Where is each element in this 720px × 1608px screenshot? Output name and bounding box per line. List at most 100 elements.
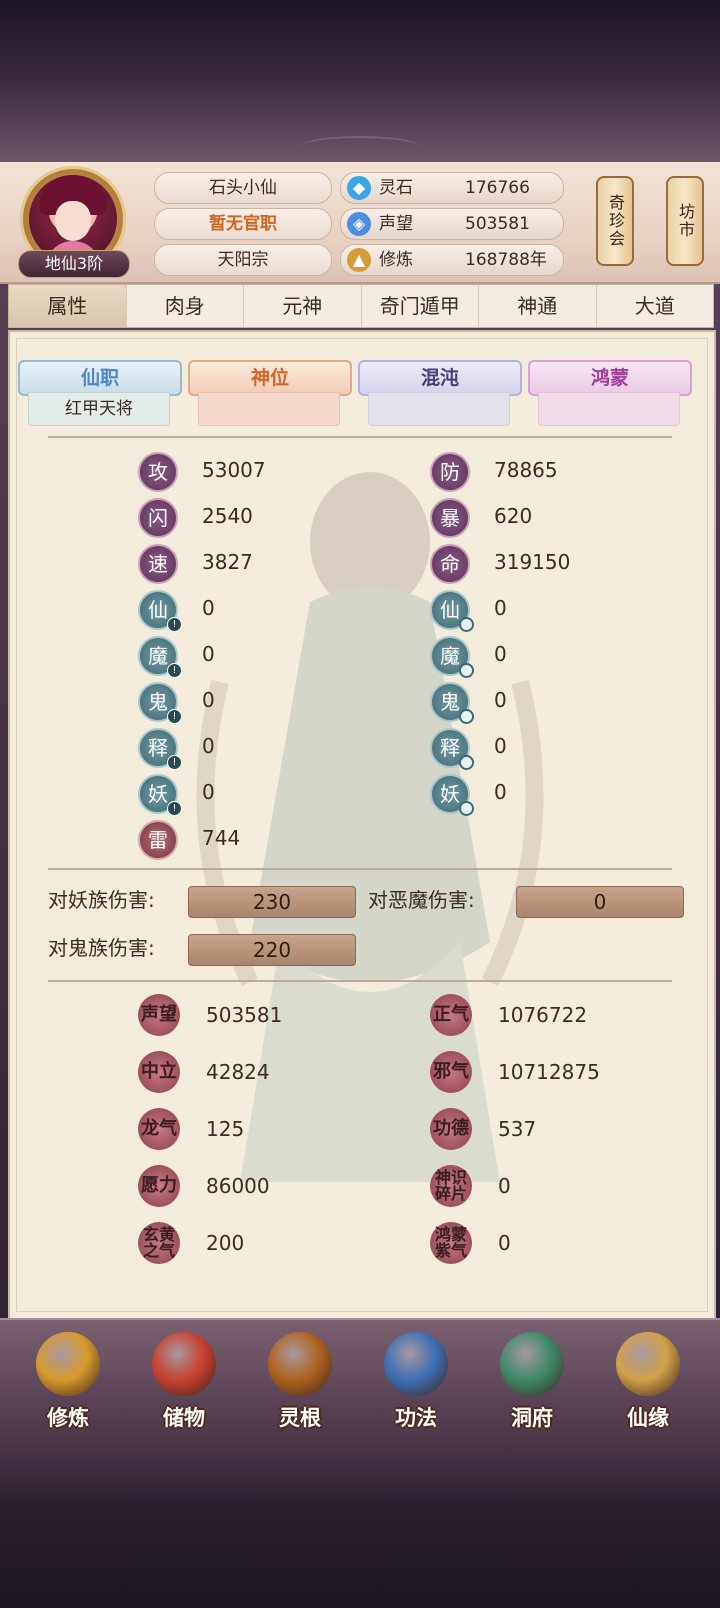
- reputation-icon-reputation_left-4[interactable]: 玄黄之气: [138, 1222, 180, 1264]
- stat-icon-label: 仙: [148, 598, 168, 622]
- stat-value: 0: [202, 688, 215, 712]
- tab-qimen[interactable]: 奇门遁甲: [362, 285, 479, 327]
- tab-dao[interactable]: 大道: [597, 285, 714, 327]
- stat-value: 0: [494, 734, 507, 758]
- stat-icon-stats_left-2[interactable]: 速: [138, 544, 178, 584]
- resource-label: 灵石: [379, 178, 413, 198]
- ring-icon: [459, 617, 474, 632]
- stat-icon-label: 释: [148, 736, 168, 760]
- resource-cultivation: ▲ 修炼 168788年: [340, 244, 564, 276]
- reputation-icon-reputation_left-2[interactable]: 龙气: [138, 1108, 180, 1150]
- divine-position-value: [198, 392, 340, 426]
- stat-value: 2540: [202, 504, 253, 528]
- reputation-icon-reputation_left-1[interactable]: 中立: [138, 1051, 180, 1093]
- rank-tab-immortal-post[interactable]: 仙职: [18, 360, 182, 396]
- stat-value: 0: [494, 642, 507, 666]
- reputation-icon-reputation_right-4[interactable]: 鸿蒙紫气: [430, 1222, 472, 1264]
- stat-value: 0: [494, 780, 507, 804]
- sect-name[interactable]: 天阳宗: [154, 244, 332, 276]
- ring-icon: [459, 801, 474, 816]
- market-button[interactable]: 坊市: [666, 176, 704, 266]
- rank-tab-divine-position[interactable]: 神位: [188, 360, 352, 396]
- treasure-auction-button[interactable]: 奇珍会: [596, 176, 634, 266]
- immortal-post-value: 红甲天将: [28, 392, 170, 426]
- official-title[interactable]: 暂无官职: [154, 208, 332, 240]
- reputation-icon-label: 邪气: [433, 1061, 469, 1082]
- rank-tab-chaos[interactable]: 混沌: [358, 360, 522, 396]
- reputation-value: 1076722: [498, 1003, 588, 1027]
- stat-value: 78865: [494, 458, 558, 482]
- stat-icon-label: 鬼: [148, 690, 168, 714]
- ghost-damage-label: 对鬼族伤害:: [48, 936, 155, 960]
- stat-value: 0: [202, 780, 215, 804]
- nav-storage-bag[interactable]: 储物: [136, 1328, 232, 1438]
- stat-icon-label: 魔: [148, 644, 168, 668]
- stat-icon-stats_left-5[interactable]: 鬼!: [138, 682, 182, 724]
- reputation-icon-reputation_right-0[interactable]: 正气: [430, 994, 472, 1036]
- reputation-value: 125: [206, 1117, 245, 1141]
- tab-body[interactable]: 肉身: [127, 285, 244, 327]
- reputation-icon-label: 中立: [141, 1061, 177, 1082]
- tab-attributes[interactable]: 属性: [9, 285, 127, 327]
- reputation-icon-reputation_left-0[interactable]: 声望: [138, 994, 180, 1036]
- fate-gourd-icon: [616, 1332, 680, 1396]
- info-icon: !: [167, 663, 182, 678]
- stat-icon-label: 暴: [440, 506, 460, 530]
- reputation-icon-label: 神识碎片: [434, 1168, 467, 1203]
- nav-cultivation[interactable]: 修炼: [20, 1328, 116, 1438]
- info-icon: !: [167, 755, 182, 770]
- stat-icon-stats_left-3[interactable]: 仙!: [138, 590, 182, 632]
- stat-icon-stats_right-7[interactable]: 妖: [430, 774, 474, 816]
- stat-icon-stats_left-8[interactable]: 雷: [138, 820, 178, 860]
- stat-icon-label: 速: [148, 552, 168, 576]
- divider: [48, 980, 672, 982]
- stat-value: 620: [494, 504, 533, 528]
- reputation-value: 42824: [206, 1060, 270, 1084]
- stat-icon-stats_left-6[interactable]: 释!: [138, 728, 182, 770]
- divider: [48, 436, 672, 438]
- rank-tab-hongmeng[interactable]: 鸿蒙: [528, 360, 692, 396]
- nav-spirit-root[interactable]: 灵根: [252, 1328, 348, 1438]
- resource-spirit-stone: ◆ 灵石 176766: [340, 172, 564, 204]
- reputation-icon-reputation_right-3[interactable]: 神识碎片: [430, 1165, 472, 1207]
- nav-fate-gourd[interactable]: 仙缘: [600, 1328, 696, 1438]
- stat-icon-stats_left-4[interactable]: 魔!: [138, 636, 182, 678]
- tab-spirit[interactable]: 元神: [244, 285, 362, 327]
- stat-icon-stats_right-4[interactable]: 魔: [430, 636, 474, 678]
- nav-technique-book[interactable]: 功法: [368, 1328, 464, 1438]
- stat-icon-stats_left-0[interactable]: 攻: [138, 452, 178, 492]
- stat-icon-stats_right-1[interactable]: 暴: [430, 498, 470, 538]
- reputation-icon-reputation_left-3[interactable]: 愿力: [138, 1165, 180, 1207]
- stat-icon-stats_left-7[interactable]: 妖!: [138, 774, 182, 816]
- reputation-icon-label: 正气: [433, 1004, 469, 1025]
- bottom-navigation: 修炼 储物 灵根 功法 洞府 仙缘: [0, 1318, 720, 1446]
- nav-cave-dwelling[interactable]: 洞府: [484, 1328, 580, 1438]
- stat-icon-label: 命: [440, 552, 460, 576]
- stat-icon-stats_right-3[interactable]: 仙: [430, 590, 474, 632]
- tab-abilities[interactable]: 神通: [479, 285, 597, 327]
- evil-damage-value: 0: [516, 886, 684, 918]
- player-name: 石头小仙: [154, 172, 332, 204]
- spirit-stone-icon: ◆: [347, 176, 371, 200]
- reputation-icon-reputation_right-1[interactable]: 邪气: [430, 1051, 472, 1093]
- stat-icon-label: 魔: [440, 644, 460, 668]
- resource-value: 168788年: [465, 250, 547, 270]
- reputation-value: 0: [498, 1174, 511, 1198]
- reputation-icon: ◈: [347, 212, 371, 236]
- stat-value: 3827: [202, 550, 253, 574]
- reputation-value: 537: [498, 1117, 537, 1141]
- nav-label: 仙缘: [627, 1406, 669, 1430]
- reputation-icon-reputation_right-2[interactable]: 功德: [430, 1108, 472, 1150]
- stat-icon-stats_right-0[interactable]: 防: [430, 452, 470, 492]
- reputation-icon-label: 玄黄之气: [142, 1225, 175, 1260]
- technique-book-icon: [384, 1332, 448, 1396]
- stat-icon-stats_right-6[interactable]: 释: [430, 728, 474, 770]
- resource-value: 503581: [465, 214, 530, 234]
- reputation-icon-label: 鸿蒙紫气: [434, 1225, 467, 1260]
- stat-icon-label: 攻: [148, 460, 168, 484]
- stat-icon-stats_right-2[interactable]: 命: [430, 544, 470, 584]
- stat-icon-stats_right-5[interactable]: 鬼: [430, 682, 474, 724]
- stat-icon-label: 雷: [148, 828, 168, 852]
- stat-icon-stats_left-1[interactable]: 闪: [138, 498, 178, 538]
- reputation-icon-label: 声望: [141, 1004, 177, 1025]
